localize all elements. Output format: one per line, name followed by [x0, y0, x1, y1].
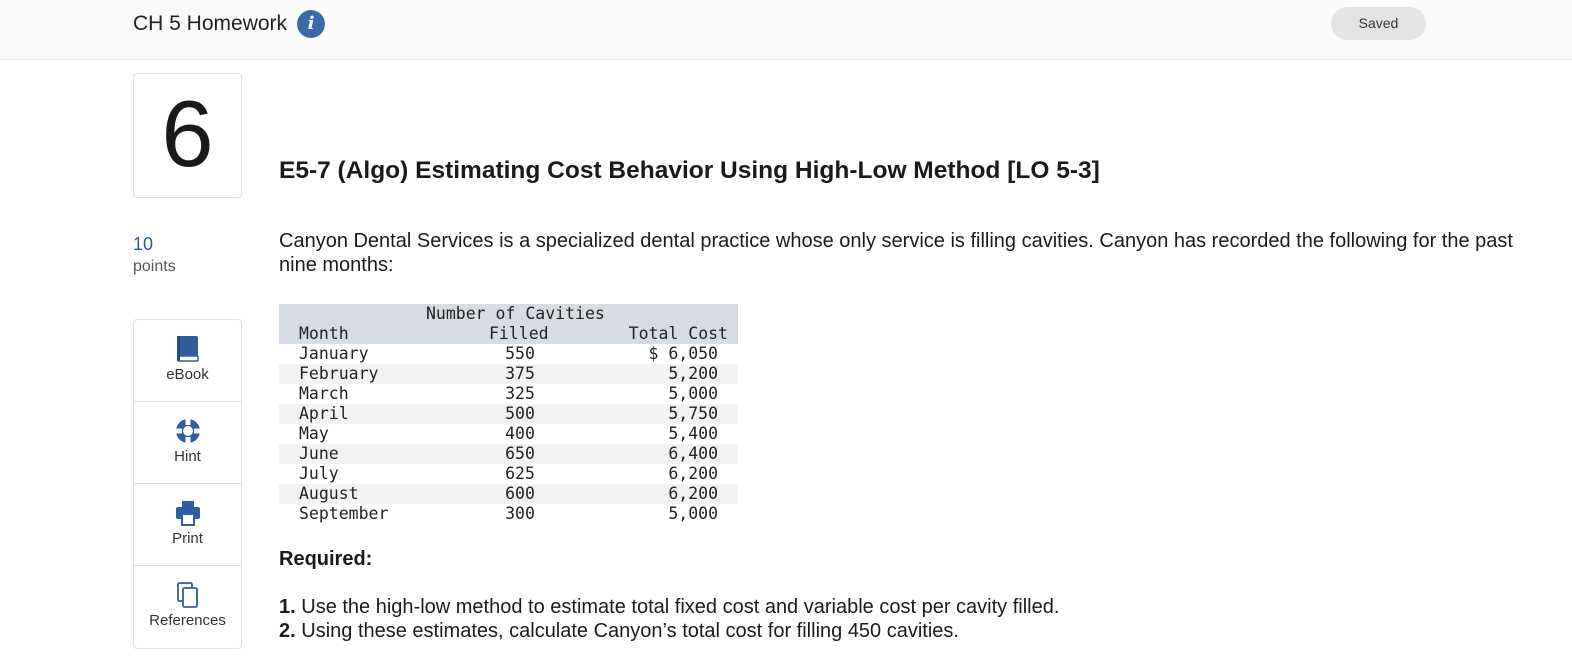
cost-cell: 5,750	[668, 404, 718, 423]
cost-cell: 5,000	[668, 384, 718, 403]
table-row: March 325 5,000	[279, 384, 738, 404]
table-row: May 400 5,400	[279, 424, 738, 444]
cavities-cell: 650	[505, 444, 535, 463]
item-text: Use the high-low method to estimate tota…	[301, 596, 1060, 618]
month-cell: July	[299, 464, 339, 483]
cost-cell: 5,000	[668, 504, 718, 523]
header-month: Month	[299, 324, 349, 343]
month-cell: September	[299, 504, 389, 523]
header-total-cost: Total Cost	[628, 324, 728, 343]
hint-label: Hint	[174, 448, 201, 465]
cavities-cell: 325	[505, 384, 535, 403]
table-row: August 600 6,200	[279, 484, 738, 504]
required-list: 1. Use the high-low method to estimate t…	[279, 595, 1059, 643]
month-cell: May	[299, 424, 329, 443]
references-label: References	[149, 612, 226, 629]
question-number: 6	[161, 81, 214, 186]
copy-pages-icon	[177, 582, 198, 608]
cost-cell: $ 6,050	[648, 344, 718, 363]
ebook-label: eBook	[166, 366, 209, 383]
list-item: 2. Using these estimates, calculate Cany…	[279, 619, 1059, 643]
cavities-cell: 375	[505, 364, 535, 383]
required-heading: Required:	[279, 548, 373, 570]
month-cell: January	[299, 344, 369, 363]
table-row: February 375 5,200	[279, 364, 738, 384]
table-row: January 550 $ 6,050	[279, 344, 738, 364]
cost-cell: 5,200	[668, 364, 718, 383]
print-label: Print	[172, 530, 203, 547]
cavities-cell: 400	[505, 424, 535, 443]
month-cell: March	[299, 384, 349, 403]
cavities-cell: 625	[505, 464, 535, 483]
item-number: 2.	[279, 620, 296, 642]
cavities-cell: 600	[505, 484, 535, 503]
list-item: 1. Use the high-low method to estimate t…	[279, 595, 1059, 619]
assignment-title: CH 5 Homework	[133, 12, 288, 35]
table-row: April 500 5,750	[279, 404, 738, 424]
top-bar: CH 5 Homework i Saved	[0, 0, 1572, 60]
question-title: E5-7 (Algo) Estimating Cost Behavior Usi…	[279, 157, 1100, 184]
cost-data-table: Number of Cavities Month Filled Total Co…	[279, 304, 738, 524]
question-tools: eBook Hint Print References	[133, 319, 242, 649]
table-row: September 300 5,000	[279, 504, 738, 524]
question-number-box: 6	[133, 73, 242, 198]
month-cell: April	[299, 404, 349, 423]
saved-status-badge: Saved	[1331, 7, 1426, 40]
references-button[interactable]: References	[134, 566, 241, 648]
print-button[interactable]: Print	[134, 484, 241, 566]
month-cell: August	[299, 484, 359, 503]
printer-icon	[176, 501, 200, 526]
cost-cell: 6,200	[668, 464, 718, 483]
hint-button[interactable]: Hint	[134, 402, 241, 484]
cost-cell: 5,400	[668, 424, 718, 443]
cavities-cell: 550	[505, 344, 535, 363]
item-number: 1.	[279, 596, 296, 618]
cost-cell: 6,200	[668, 484, 718, 503]
info-icon[interactable]: i	[297, 10, 325, 38]
month-cell: June	[299, 444, 339, 463]
cavities-cell: 300	[505, 504, 535, 523]
table-row: June 650 6,400	[279, 444, 738, 464]
book-icon	[177, 336, 199, 362]
month-cell: February	[299, 364, 379, 383]
cavities-cell: 500	[505, 404, 535, 423]
header-filled: Filled	[489, 324, 549, 343]
item-text: Using these estimates, calculate Canyon’…	[301, 620, 959, 642]
table-row: July 625 6,200	[279, 464, 738, 484]
lifebuoy-icon	[176, 419, 200, 443]
points-label: points	[133, 258, 176, 275]
ebook-button[interactable]: eBook	[134, 320, 241, 402]
question-intro: Canyon Dental Services is a specialized …	[279, 230, 1513, 276]
table-header: Number of Cavities Month Filled Total Co…	[279, 304, 738, 344]
points-value: 10	[133, 234, 154, 254]
cost-cell: 6,400	[668, 444, 718, 463]
header-number-of-cavities: Number of Cavities	[426, 304, 605, 323]
